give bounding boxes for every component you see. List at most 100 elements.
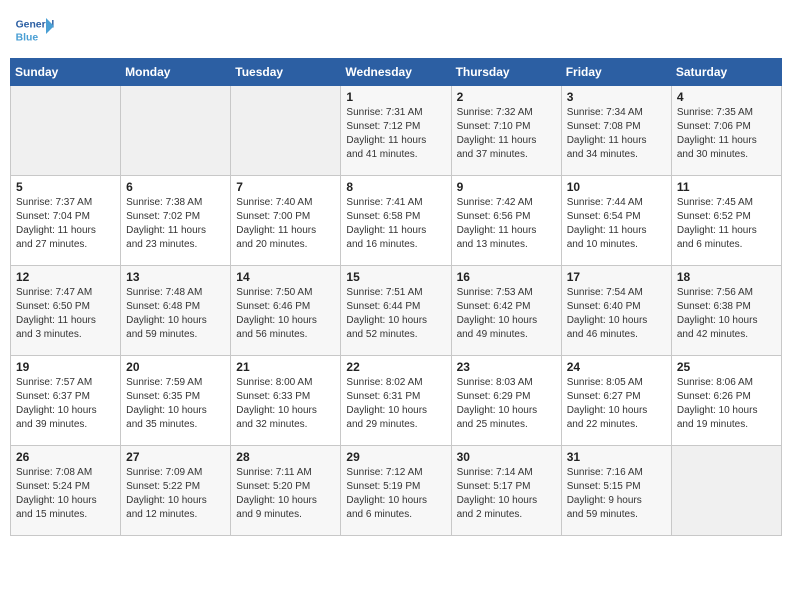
day-number: 21: [236, 360, 335, 374]
calendar-cell: 8 Sunrise: 7:41 AM Sunset: 6:58 PM Daylig…: [341, 176, 451, 266]
day-number: 31: [567, 450, 666, 464]
calendar-cell: 15 Sunrise: 7:51 AM Sunset: 6:44 PM Dayli…: [341, 266, 451, 356]
day-detail: Sunrise: 7:32 AM Sunset: 7:10 PM Dayligh…: [457, 106, 556, 162]
day-detail: Sunrise: 8:00 AM Sunset: 6:33 PM Dayligh…: [236, 376, 335, 432]
day-detail: Sunrise: 7:09 AM Sunset: 5:22 PM Dayligh…: [126, 466, 225, 522]
day-number: 26: [16, 450, 115, 464]
day-number: 8: [346, 180, 445, 194]
calendar-cell: 16 Sunrise: 7:53 AM Sunset: 6:42 PM Dayli…: [451, 266, 561, 356]
day-detail: Sunrise: 7:44 AM Sunset: 6:54 PM Dayligh…: [567, 196, 666, 252]
calendar-cell: [671, 446, 781, 536]
day-number: 18: [677, 270, 776, 284]
calendar-cell: [11, 86, 121, 176]
day-detail: Sunrise: 8:05 AM Sunset: 6:27 PM Dayligh…: [567, 376, 666, 432]
calendar-cell: 10 Sunrise: 7:44 AM Sunset: 6:54 PM Dayli…: [561, 176, 671, 266]
day-number: 20: [126, 360, 225, 374]
day-detail: Sunrise: 7:42 AM Sunset: 6:56 PM Dayligh…: [457, 196, 556, 252]
day-number: 16: [457, 270, 556, 284]
day-number: 27: [126, 450, 225, 464]
calendar-cell: 7 Sunrise: 7:40 AM Sunset: 7:00 PM Daylig…: [231, 176, 341, 266]
day-number: 4: [677, 90, 776, 104]
day-header-saturday: Saturday: [671, 59, 781, 86]
page-header: General Blue: [10, 10, 782, 50]
day-number: 14: [236, 270, 335, 284]
calendar-cell: 28 Sunrise: 7:11 AM Sunset: 5:20 PM Dayli…: [231, 446, 341, 536]
day-detail: Sunrise: 7:31 AM Sunset: 7:12 PM Dayligh…: [346, 106, 445, 162]
svg-text:Blue: Blue: [16, 32, 39, 43]
day-detail: Sunrise: 7:50 AM Sunset: 6:46 PM Dayligh…: [236, 286, 335, 342]
calendar-cell: 13 Sunrise: 7:48 AM Sunset: 6:48 PM Dayli…: [121, 266, 231, 356]
day-number: 10: [567, 180, 666, 194]
calendar-cell: 5 Sunrise: 7:37 AM Sunset: 7:04 PM Daylig…: [11, 176, 121, 266]
day-header-friday: Friday: [561, 59, 671, 86]
day-number: 17: [567, 270, 666, 284]
day-detail: Sunrise: 7:59 AM Sunset: 6:35 PM Dayligh…: [126, 376, 225, 432]
calendar-week-3: 12 Sunrise: 7:47 AM Sunset: 6:50 PM Dayli…: [11, 266, 782, 356]
day-number: 1: [346, 90, 445, 104]
calendar-cell: 9Sunrise: 7:42 AM Sunset: 6:56 PM Daylig…: [451, 176, 561, 266]
calendar-cell: 29 Sunrise: 7:12 AM Sunset: 5:19 PM Dayli…: [341, 446, 451, 536]
day-detail: Sunrise: 7:16 AM Sunset: 5:15 PM Dayligh…: [567, 466, 666, 522]
calendar-week-4: 19Sunrise: 7:57 AM Sunset: 6:37 PM Dayli…: [11, 356, 782, 446]
day-number: 30: [457, 450, 556, 464]
day-detail: Sunrise: 7:08 AM Sunset: 5:24 PM Dayligh…: [16, 466, 115, 522]
calendar-cell: 1 Sunrise: 7:31 AM Sunset: 7:12 PM Daylig…: [341, 86, 451, 176]
calendar-cell: 17 Sunrise: 7:54 AM Sunset: 6:40 PM Dayli…: [561, 266, 671, 356]
day-number: 2: [457, 90, 556, 104]
day-detail: Sunrise: 7:53 AM Sunset: 6:42 PM Dayligh…: [457, 286, 556, 342]
day-detail: Sunrise: 7:11 AM Sunset: 5:20 PM Dayligh…: [236, 466, 335, 522]
day-number: 7: [236, 180, 335, 194]
calendar-week-5: 26 Sunrise: 7:08 AM Sunset: 5:24 PM Dayli…: [11, 446, 782, 536]
day-number: 22: [346, 360, 445, 374]
day-number: 23: [457, 360, 556, 374]
day-number: 28: [236, 450, 335, 464]
day-number: 5: [16, 180, 115, 194]
day-detail: Sunrise: 7:47 AM Sunset: 6:50 PM Dayligh…: [16, 286, 115, 342]
calendar-cell: 3Sunrise: 7:34 AM Sunset: 7:08 PM Daylig…: [561, 86, 671, 176]
calendar-cell: 27 Sunrise: 7:09 AM Sunset: 5:22 PM Dayli…: [121, 446, 231, 536]
calendar-cell: 20 Sunrise: 7:59 AM Sunset: 6:35 PM Dayli…: [121, 356, 231, 446]
day-header-wednesday: Wednesday: [341, 59, 451, 86]
logo: General Blue: [14, 10, 58, 50]
day-number: 24: [567, 360, 666, 374]
day-number: 25: [677, 360, 776, 374]
calendar-cell: 21 Sunrise: 8:00 AM Sunset: 6:33 PM Dayli…: [231, 356, 341, 446]
day-number: 15: [346, 270, 445, 284]
day-detail: Sunrise: 8:02 AM Sunset: 6:31 PM Dayligh…: [346, 376, 445, 432]
day-number: 12: [16, 270, 115, 284]
day-number: 13: [126, 270, 225, 284]
day-detail: Sunrise: 7:35 AM Sunset: 7:06 PM Dayligh…: [677, 106, 776, 162]
calendar-cell: 26 Sunrise: 7:08 AM Sunset: 5:24 PM Dayli…: [11, 446, 121, 536]
day-detail: Sunrise: 7:12 AM Sunset: 5:19 PM Dayligh…: [346, 466, 445, 522]
day-detail: Sunrise: 7:40 AM Sunset: 7:00 PM Dayligh…: [236, 196, 335, 252]
calendar-cell: 18 Sunrise: 7:56 AM Sunset: 6:38 PM Dayli…: [671, 266, 781, 356]
calendar-cell: 31 Sunrise: 7:16 AM Sunset: 5:15 PM Dayli…: [561, 446, 671, 536]
calendar-table: SundayMondayTuesdayWednesdayThursdayFrid…: [10, 58, 782, 536]
day-detail: Sunrise: 7:48 AM Sunset: 6:48 PM Dayligh…: [126, 286, 225, 342]
calendar-cell: [231, 86, 341, 176]
calendar-cell: 12 Sunrise: 7:47 AM Sunset: 6:50 PM Dayli…: [11, 266, 121, 356]
day-number: 11: [677, 180, 776, 194]
calendar-cell: 4 Sunrise: 7:35 AM Sunset: 7:06 PM Daylig…: [671, 86, 781, 176]
day-number: 3: [567, 90, 666, 104]
calendar-cell: 24 Sunrise: 8:05 AM Sunset: 6:27 PM Dayli…: [561, 356, 671, 446]
day-detail: Sunrise: 7:14 AM Sunset: 5:17 PM Dayligh…: [457, 466, 556, 522]
day-detail: Sunrise: 7:38 AM Sunset: 7:02 PM Dayligh…: [126, 196, 225, 252]
calendar-cell: 25Sunrise: 8:06 AM Sunset: 6:26 PM Dayli…: [671, 356, 781, 446]
day-number: 29: [346, 450, 445, 464]
calendar-week-2: 5 Sunrise: 7:37 AM Sunset: 7:04 PM Daylig…: [11, 176, 782, 266]
calendar-cell: 11Sunrise: 7:45 AM Sunset: 6:52 PM Dayli…: [671, 176, 781, 266]
day-detail: Sunrise: 7:57 AM Sunset: 6:37 PM Dayligh…: [16, 376, 115, 432]
calendar-cell: 22 Sunrise: 8:02 AM Sunset: 6:31 PM Dayli…: [341, 356, 451, 446]
day-detail: Sunrise: 7:51 AM Sunset: 6:44 PM Dayligh…: [346, 286, 445, 342]
calendar-cell: 14 Sunrise: 7:50 AM Sunset: 6:46 PM Dayli…: [231, 266, 341, 356]
day-detail: Sunrise: 7:54 AM Sunset: 6:40 PM Dayligh…: [567, 286, 666, 342]
day-detail: Sunrise: 7:37 AM Sunset: 7:04 PM Dayligh…: [16, 196, 115, 252]
calendar-cell: 19Sunrise: 7:57 AM Sunset: 6:37 PM Dayli…: [11, 356, 121, 446]
day-header-sunday: Sunday: [11, 59, 121, 86]
calendar-cell: [121, 86, 231, 176]
calendar-cell: 30 Sunrise: 7:14 AM Sunset: 5:17 PM Dayli…: [451, 446, 561, 536]
day-detail: Sunrise: 7:56 AM Sunset: 6:38 PM Dayligh…: [677, 286, 776, 342]
day-detail: Sunrise: 7:41 AM Sunset: 6:58 PM Dayligh…: [346, 196, 445, 252]
day-header-monday: Monday: [121, 59, 231, 86]
